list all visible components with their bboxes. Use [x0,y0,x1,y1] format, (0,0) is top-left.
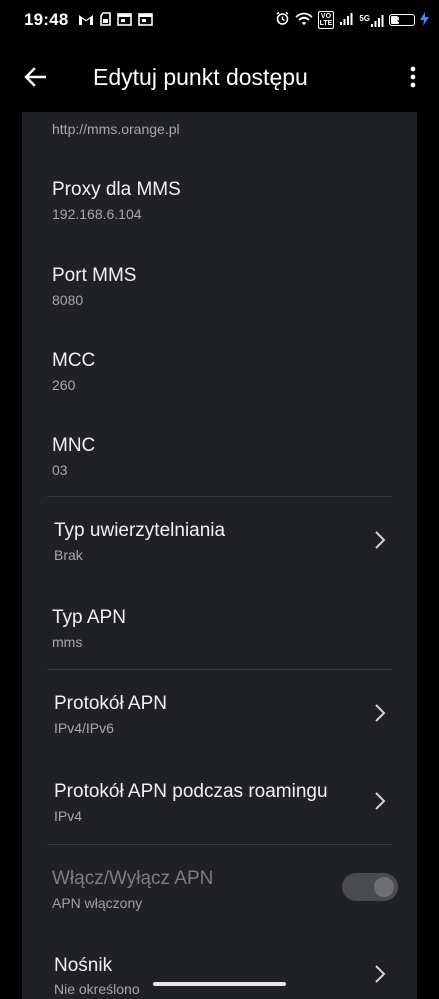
app-bar: Edytuj punkt dostępu [0,40,439,112]
back-button[interactable] [18,60,52,94]
mmsc-value: http://mms.orange.pl [52,121,180,137]
chevron-right-icon [375,792,386,810]
status-time: 19:48 [24,10,69,29]
settings-list: http://mms.orange.pl Proxy dla MMS 192.1… [22,112,417,999]
charging-icon [420,11,429,29]
page-title: Edytuj punkt dostępu [93,64,308,90]
mms-proxy-title: Proxy dla MMS [52,179,181,200]
system-icons: VO LTE 5G 35 [275,11,429,29]
mnc-value: 03 [52,462,68,478]
chevron-right-icon [375,704,386,722]
apn-enable-value: APN włączony [52,895,143,911]
more-vert-icon [410,66,416,88]
signal-icon [339,12,354,28]
setting-auth-type[interactable]: Typ uwierzytelniania Brak [22,497,417,583]
setting-mms-proxy[interactable]: Proxy dla MMS 192.168.6.104 [22,156,417,242]
apn-type-value: mms [52,634,83,650]
mms-port-title: Port MMS [52,265,137,286]
setting-apn-type[interactable]: Typ APN mms [22,583,417,669]
calendar-icon [138,12,153,31]
chevron-right-icon [375,965,386,983]
more-options-button[interactable] [401,62,425,92]
chevron-right-icon [375,531,386,549]
home-indicator[interactable] [153,982,286,986]
setting-apn-roaming-protocol[interactable]: Protokół APN podczas roamingu IPv4 [22,757,417,843]
setting-mms-port[interactable]: Port MMS 8080 [22,242,417,328]
apn-protocol-value: IPv4/IPv6 [54,720,114,736]
status-bar: 19:48 VO LTE 5G 35 [0,0,439,40]
bearer-value: Nie określono [54,981,140,997]
apn-enable-title: Włącz/Wyłącz APN [52,868,214,889]
setting-mnc[interactable]: MNC 03 [22,412,417,496]
apn-roaming-protocol-value: IPv4 [54,808,83,824]
setting-apn-enable: Włącz/Wyłącz APN APN włączony [22,845,417,931]
battery-icon: 35 [389,14,415,26]
alarm-icon [275,11,290,29]
mms-proxy-value: 192.168.6.104 [52,206,142,222]
apn-protocol-title: Protokół APN [54,693,167,714]
mcc-value: 260 [52,377,76,393]
setting-mcc[interactable]: MCC 260 [22,327,417,413]
setting-apn-protocol[interactable]: Protokół APN IPv4/IPv6 [22,670,417,756]
toggle-knob [374,877,394,897]
mms-port-value: 8080 [52,292,84,308]
setting-bearer[interactable]: Nośnik Nie określono [22,931,417,999]
auth-type-value: Brak [54,547,83,563]
calendar-icon [117,12,132,31]
sd-card-icon [100,12,111,31]
apn-roaming-protocol-title: Protokół APN podczas roamingu [54,781,328,802]
volte-icon: VO LTE [317,11,335,29]
bearer-title: Nośnik [54,955,113,976]
wifi-icon [295,12,313,29]
apn-type-title: Typ APN [52,607,126,628]
back-arrow-icon [24,67,46,87]
signal-5g-icon: 5G [359,14,384,27]
apn-enable-toggle [342,873,398,901]
setting-mmsc[interactable]: http://mms.orange.pl [22,112,417,156]
mcc-title: MCC [52,350,96,371]
battery-level: 35 [396,14,407,24]
auth-type-title: Typ uwierzytelniania [54,520,226,541]
network-type-label: 5G [359,13,370,23]
gmail-icon [78,13,94,31]
notification-icons [78,12,153,31]
mnc-title: MNC [52,435,96,456]
